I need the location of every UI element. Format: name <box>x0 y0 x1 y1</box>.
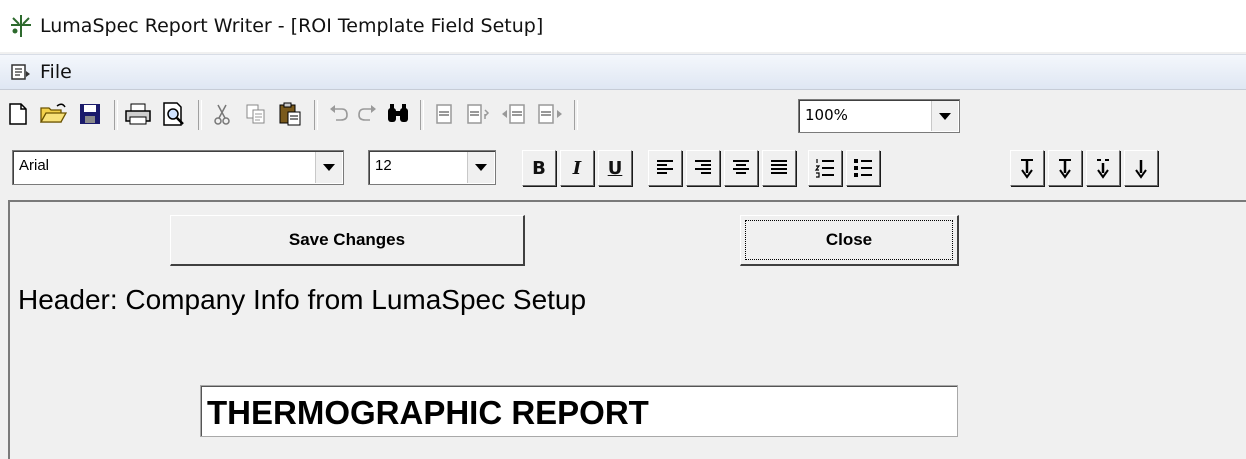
font-select[interactable]: Arial <box>12 150 344 185</box>
align-right-icon <box>695 160 711 174</box>
zoom-value: 100% <box>805 106 848 124</box>
formatting-toolbar: Arial 12 B I U <box>0 142 1246 192</box>
previous-section-icon[interactable] <box>498 98 530 130</box>
title-bar: LumaSpec Report Writer - [ROI Template F… <box>0 0 1246 52</box>
chevron-down-icon[interactable] <box>467 152 494 183</box>
chevron-down-icon[interactable] <box>931 101 958 131</box>
justify-button[interactable] <box>762 150 796 186</box>
window-title: LumaSpec Report Writer - [ROI Template F… <box>40 15 544 37</box>
open-folder-icon[interactable] <box>37 98 69 130</box>
numbered-list-button[interactable] <box>808 150 842 186</box>
new-document-icon[interactable] <box>2 98 34 130</box>
align-left-button[interactable] <box>648 150 682 186</box>
indent-arrow-1-icon <box>1021 159 1033 179</box>
justify-icon <box>771 160 787 174</box>
insert-section-icon[interactable] <box>462 98 494 130</box>
indent-option-2-button[interactable] <box>1048 150 1082 186</box>
chevron-down-icon[interactable] <box>315 152 342 183</box>
indent-option-4-button[interactable] <box>1124 150 1158 186</box>
app-icon <box>8 13 34 39</box>
indent-arrow-4-icon <box>1135 160 1147 179</box>
next-section-icon[interactable] <box>534 98 566 130</box>
align-center-icon <box>733 160 749 174</box>
underline-button[interactable]: U <box>598 150 632 186</box>
font-value: Arial <box>19 157 50 174</box>
bold-button[interactable]: B <box>522 150 556 186</box>
find-binoculars-icon[interactable] <box>382 98 414 130</box>
header-info-text: Header: Company Info from LumaSpec Setup <box>18 284 587 315</box>
report-title-field[interactable]: THERMOGRAPHIC REPORT <box>200 385 958 437</box>
indent-option-1-button[interactable] <box>1010 150 1044 186</box>
align-right-button[interactable] <box>686 150 720 186</box>
indent-arrow-2-icon <box>1059 159 1071 179</box>
focus-rectangle <box>745 220 953 260</box>
save-disk-icon[interactable] <box>74 98 106 130</box>
zoom-select[interactable]: 100% <box>798 99 960 133</box>
numbered-list-icon <box>814 159 834 178</box>
font-size-value: 12 <box>375 157 392 174</box>
print-icon[interactable] <box>122 98 154 130</box>
save-changes-button[interactable]: Save Changes <box>170 215 525 266</box>
indent-option-3-button[interactable] <box>1086 150 1120 186</box>
menu-file[interactable]: File <box>40 61 72 83</box>
bulleted-list-button[interactable] <box>846 150 880 186</box>
redo-icon[interactable] <box>352 98 384 130</box>
italic-button[interactable]: I <box>560 150 594 186</box>
align-left-icon <box>657 160 673 174</box>
copy-icon[interactable] <box>240 98 272 130</box>
standard-toolbar: 100% <box>0 92 1246 140</box>
paste-icon[interactable] <box>274 98 306 130</box>
bulleted-list-icon <box>854 159 872 177</box>
section-icon[interactable] <box>428 98 460 130</box>
indent-arrow-3-icon <box>1097 159 1109 179</box>
close-button[interactable]: Close <box>740 215 959 266</box>
document-menu-icon[interactable] <box>10 62 32 82</box>
cut-icon[interactable] <box>206 98 238 130</box>
print-preview-icon[interactable] <box>158 98 190 130</box>
undo-icon[interactable] <box>322 98 354 130</box>
align-center-button[interactable] <box>724 150 758 186</box>
menu-bar: File <box>0 54 1246 90</box>
font-size-select[interactable]: 12 <box>368 150 496 185</box>
